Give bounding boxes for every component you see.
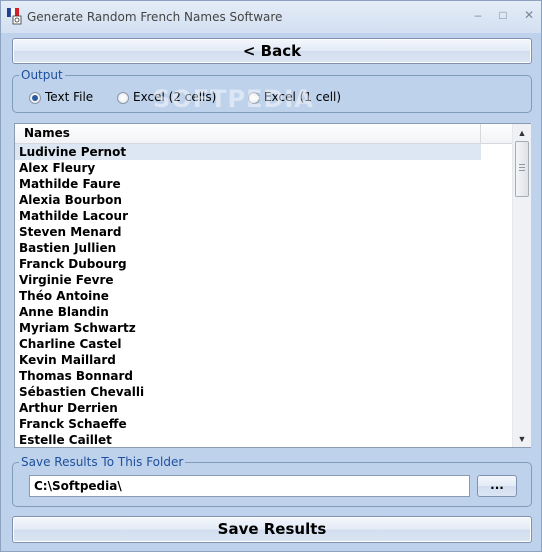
list-item[interactable]: Théo Antoine [15, 288, 481, 304]
maximize-icon[interactable]: □ [494, 7, 512, 23]
list-item[interactable]: Arthur Derrien [15, 400, 481, 416]
scroll-up-icon[interactable]: ▲ [513, 125, 531, 141]
app-window: Generate Random French Names Software – … [0, 0, 542, 552]
list-item[interactable]: Steven Menard [15, 224, 481, 240]
radio-unchecked-icon [117, 92, 129, 104]
list-rows: Ludivine Pernot Alex Fleury Mathilde Faure… [15, 144, 512, 447]
window-title: Generate Random French Names Software [27, 10, 283, 24]
list-item[interactable]: Alexia Bourbon [15, 192, 481, 208]
folder-path-input[interactable] [29, 475, 470, 497]
app-flag-icon [7, 7, 22, 25]
minimize-icon[interactable]: – [469, 7, 487, 23]
save-results-button[interactable]: Save Results [12, 516, 532, 543]
list-item[interactable]: Anne Blandin [15, 304, 481, 320]
save-folder-group: Save Results To This Folder ... [12, 455, 532, 507]
names-listview[interactable]: Names Ludivine Pernot Alex Fleury Mathilde… [14, 123, 531, 448]
list-item[interactable]: Mathilde Lacour [15, 208, 481, 224]
save-folder-legend: Save Results To This Folder [19, 455, 186, 469]
list-item[interactable]: Bastien Jullien [15, 240, 481, 256]
list-item[interactable]: Ludivine Pernot [15, 144, 481, 160]
back-button[interactable]: < Back [12, 38, 532, 64]
browse-button[interactable]: ... [477, 475, 517, 497]
list-item[interactable]: Virginie Fevre [15, 272, 481, 288]
radio-text-file-label: Text File [45, 90, 94, 104]
list-item[interactable]: Mathilde Faure [15, 176, 481, 192]
list-item[interactable]: Kevin Maillard [15, 352, 481, 368]
column-header-names[interactable]: Names [15, 124, 481, 143]
list-header: Names [15, 124, 512, 144]
radio-checked-icon [29, 92, 41, 104]
vertical-scrollbar[interactable]: ▲ ▼ [512, 124, 531, 447]
scroll-down-icon[interactable]: ▼ [513, 431, 531, 447]
list-item[interactable]: Estelle Caillet [15, 432, 481, 447]
softpedia-watermark: SOFTPEDIA [153, 85, 314, 113]
list-item[interactable]: Alex Fleury [15, 160, 481, 176]
scroll-thumb[interactable] [515, 141, 529, 197]
output-legend: Output [19, 68, 65, 82]
list-item[interactable]: Myriam Schwartz [15, 320, 481, 336]
list-item[interactable]: Franck Schaeffe [15, 416, 481, 432]
list-item[interactable]: Sébastien Chevalli [15, 384, 481, 400]
list-item[interactable]: Franck Dubourg [15, 256, 481, 272]
close-icon[interactable]: ✕ [520, 7, 538, 23]
list-item[interactable]: Thomas Bonnard [15, 368, 481, 384]
list-item[interactable]: Charline Castel [15, 336, 481, 352]
title-bar[interactable]: Generate Random French Names Software – … [1, 1, 541, 33]
